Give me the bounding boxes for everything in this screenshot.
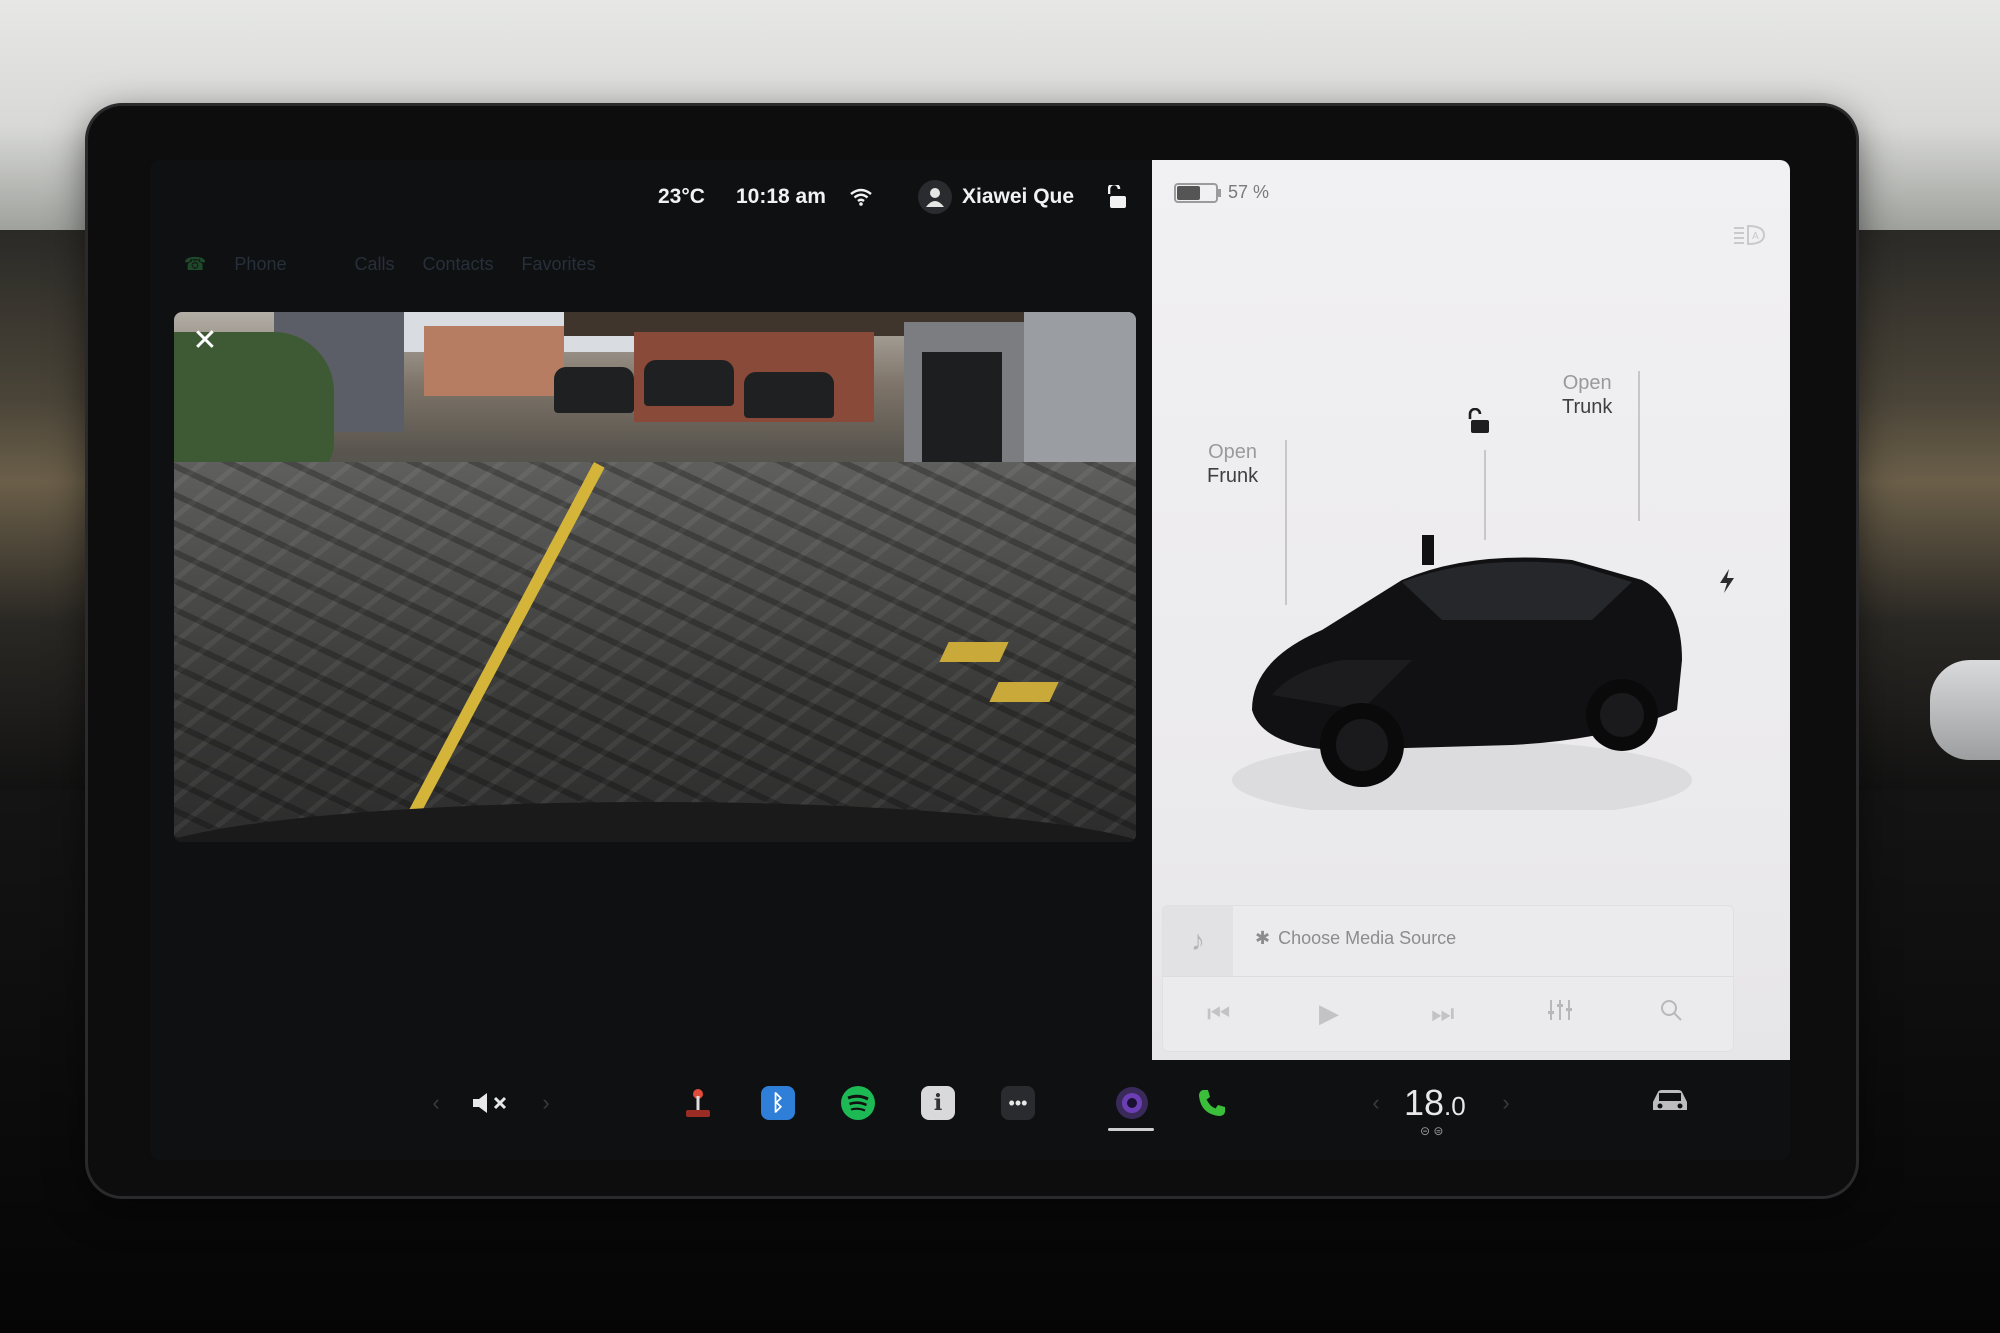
more-apps-icon[interactable]: •••	[998, 1078, 1038, 1128]
car-controls-icon[interactable]	[1650, 1088, 1690, 1122]
battery-indicator: 57 %	[1174, 182, 1269, 203]
equalizer-icon[interactable]	[1547, 998, 1573, 1029]
rear-camera-view[interactable]: ✕	[174, 312, 1136, 842]
previous-track-icon[interactable]: ⏮	[1207, 998, 1230, 1030]
temp-up-chevron-icon[interactable]: ›	[1496, 1078, 1516, 1128]
battery-icon	[1174, 182, 1221, 203]
car-unlock-icon[interactable]	[1468, 407, 1492, 441]
car-status-panel: 57 % A Open Frunk Open Trunk ♪ ✱ Choose …	[1152, 160, 1790, 1060]
open-trunk-button[interactable]: Open Trunk	[1562, 371, 1612, 419]
unlock-icon[interactable]	[1108, 174, 1128, 220]
charge-port-icon[interactable]	[1718, 568, 1736, 601]
next-track-icon[interactable]: ⏭	[1431, 998, 1454, 1030]
vehicle-model-illustration	[1232, 535, 1692, 810]
steering-stalk	[1930, 660, 2000, 760]
volume-down-chevron-icon[interactable]: ‹	[426, 1078, 446, 1128]
volume-up-chevron-icon[interactable]: ›	[536, 1078, 556, 1128]
tab-contacts[interactable]: Contacts	[423, 254, 494, 275]
tab-calls[interactable]: Calls	[354, 254, 394, 275]
wifi-icon	[850, 174, 872, 220]
music-note-icon: ♪	[1163, 906, 1233, 976]
choose-media-source-button[interactable]: ✱ Choose Media Source	[1255, 928, 1456, 949]
battery-percent: 57 %	[1228, 182, 1270, 202]
phone-icon: ☎	[184, 254, 207, 274]
seat-heater-icon: ⊝ ⊜	[1420, 1124, 1444, 1138]
spotify-icon[interactable]	[838, 1078, 878, 1128]
auto-headlight-icon[interactable]: A	[1732, 224, 1766, 252]
user-name: Xiawei Que	[962, 185, 1075, 208]
owners-manual-icon[interactable]: i	[918, 1078, 958, 1128]
temp-down-chevron-icon[interactable]: ‹	[1366, 1078, 1386, 1128]
clock: 10:18 am	[736, 185, 826, 208]
outside-temperature: 23°C	[658, 185, 705, 208]
bluetooth-app-icon[interactable]: ᛒ	[758, 1078, 798, 1128]
play-icon[interactable]: ▶	[1319, 998, 1339, 1029]
tab-favorites[interactable]: Favorites	[522, 254, 596, 275]
bottom-dock: ‹ › ᛒ i ••• ‹ 18.0 ⊝ ⊜ ›	[150, 1060, 1790, 1160]
svg-text:A: A	[1752, 231, 1759, 242]
close-camera-button[interactable]: ✕	[190, 326, 220, 356]
bluetooth-icon: ✱	[1255, 928, 1271, 948]
active-app-indicator	[1108, 1128, 1154, 1131]
driver-profile[interactable]: Xiawei Que	[918, 174, 1074, 220]
climate-temperature[interactable]: 18.0	[1404, 1082, 1466, 1124]
user-icon	[918, 180, 952, 214]
joystick-icon[interactable]	[678, 1078, 718, 1128]
search-icon[interactable]	[1659, 998, 1683, 1029]
phone-tabs: ☎ Phone Calls Contacts Favorites	[184, 254, 596, 275]
touchscreen: 23°C 10:18 am Xiawei Que ☎ Phone Calls C…	[150, 160, 1790, 1160]
open-frunk-button[interactable]: Open Frunk	[1207, 440, 1258, 488]
camera-app-icon[interactable]	[1112, 1078, 1152, 1128]
volume-mute-icon[interactable]	[466, 1078, 516, 1128]
tab-phone[interactable]: Phone	[234, 254, 286, 275]
media-player: ♪ ✱ Choose Media Source ⏮ ▶ ⏭	[1162, 905, 1734, 1052]
phone-app-icon[interactable]	[1192, 1078, 1232, 1128]
